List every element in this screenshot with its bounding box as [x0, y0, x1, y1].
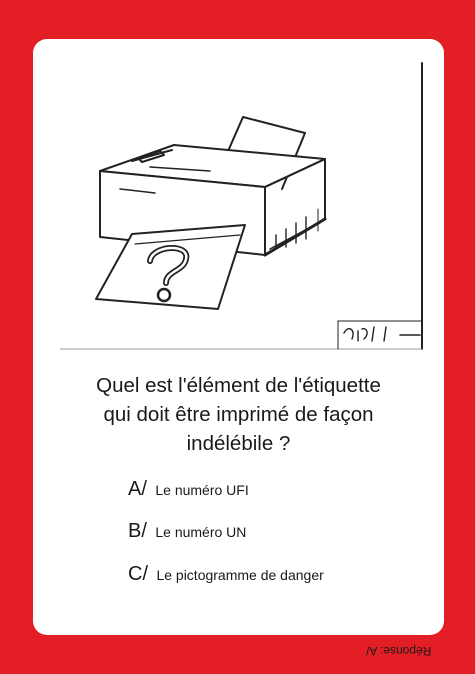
question-text: Quel est l'élément de l'étiquette qui do…	[33, 371, 444, 458]
answer-letter: C/	[128, 563, 148, 585]
answer-key: Réponse: A/	[366, 644, 432, 658]
answer-letter: B/	[128, 520, 147, 542]
question-line: qui doit être imprimé de façon	[103, 403, 374, 426]
answer-text: Le pictogramme de danger	[156, 567, 324, 583]
answer-option-b[interactable]: B/ Le numéro UN	[128, 520, 246, 543]
answer-text: Le numéro UN	[155, 524, 247, 540]
answer-option-c[interactable]: C/ Le pictogramme de danger	[128, 563, 324, 586]
answer-text: Le numéro UFI	[155, 482, 249, 498]
printer-question-icon	[60, 62, 423, 350]
question-line: indélébile ?	[186, 432, 291, 455]
question-line: Quel est l'élément de l'étiquette	[96, 374, 381, 397]
answer-letter: A/	[128, 478, 147, 500]
answer-option-a[interactable]: A/ Le numéro UFI	[128, 478, 249, 501]
